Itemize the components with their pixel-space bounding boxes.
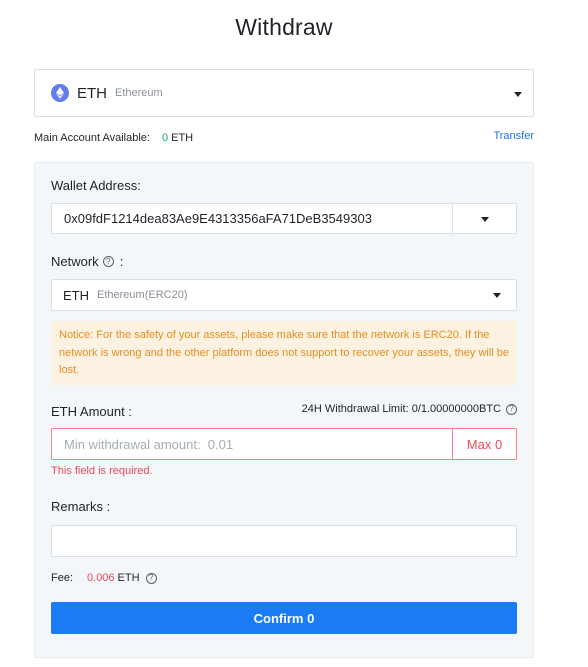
- remarks-label: Remarks :: [51, 499, 111, 514]
- address-book-dropdown[interactable]: [452, 204, 516, 233]
- wallet-address-label: Wallet Address:: [51, 178, 141, 193]
- fee-label: Fee:: [51, 572, 74, 584]
- fee-row: Fee: 0.006 ETH ?: [51, 572, 157, 584]
- wallet-address-field: [51, 203, 517, 234]
- help-icon[interactable]: ?: [102, 256, 114, 267]
- fee-unit: ETH: [117, 572, 140, 584]
- chevron-down-icon: [514, 92, 522, 97]
- amount-field: Max 0: [51, 428, 517, 460]
- withdrawal-limit: 24H Withdrawal Limit: 0/1.00000000BTC ?: [302, 403, 517, 415]
- available-label: Main Account Available:: [34, 132, 150, 144]
- chevron-down-icon: [493, 293, 501, 298]
- amount-input[interactable]: [51, 428, 452, 460]
- fee-value: 0.006: [87, 572, 115, 584]
- network-notice: Notice: For the safety of your assets, p…: [51, 321, 517, 385]
- amount-error: This field is required.: [51, 465, 153, 477]
- coin-name: Ethereum: [115, 87, 163, 99]
- withdraw-form: Wallet Address: Network ? : ETH Ethereum…: [34, 162, 534, 658]
- help-icon[interactable]: ?: [506, 403, 517, 415]
- network-label-text: Network: [51, 254, 99, 269]
- network-name: Ethereum(ERC20): [97, 289, 188, 301]
- amount-label: ETH Amount :: [51, 404, 132, 419]
- network-label: Network ? :: [51, 254, 123, 269]
- confirm-button[interactable]: Confirm 0: [51, 602, 517, 634]
- available-value: 0: [161, 132, 169, 144]
- network-label-colon: :: [119, 254, 124, 269]
- page-title: Withdraw: [235, 14, 333, 40]
- network-symbol: ETH: [63, 287, 89, 303]
- withdrawal-limit-text: 24H Withdrawal Limit: 0/1.00000000BTC: [301, 403, 501, 415]
- coin-select[interactable]: ETH Ethereum: [34, 69, 534, 117]
- available-unit: ETH: [171, 132, 194, 144]
- chevron-down-icon: [481, 217, 489, 222]
- wallet-address-input[interactable]: [52, 204, 452, 233]
- remarks-input[interactable]: [51, 525, 517, 557]
- max-button[interactable]: Max 0: [452, 428, 517, 460]
- help-icon[interactable]: ?: [145, 572, 157, 584]
- transfer-link[interactable]: Transfer: [493, 130, 534, 142]
- network-select[interactable]: ETH Ethereum(ERC20): [51, 279, 517, 311]
- ethereum-icon: [51, 84, 69, 102]
- coin-symbol: ETH: [77, 84, 107, 102]
- available-balance: Main Account Available: 0 ETH Transfer: [34, 130, 534, 146]
